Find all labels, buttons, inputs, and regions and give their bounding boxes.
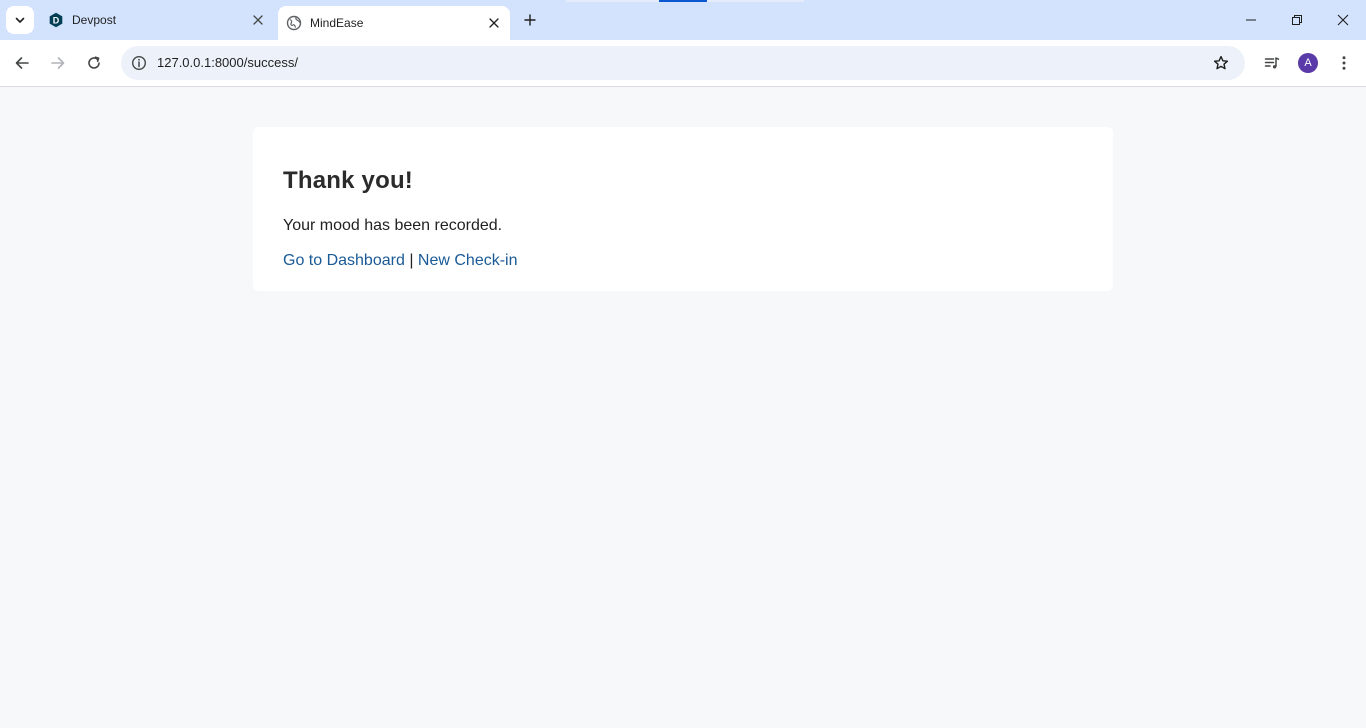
browser-menu-button[interactable] bbox=[1328, 47, 1360, 79]
address-bar[interactable]: 127.0.0.1:8000/success/ bbox=[121, 46, 1245, 80]
dashboard-link[interactable]: Go to Dashboard bbox=[283, 252, 405, 269]
new-tab-button[interactable] bbox=[518, 8, 542, 32]
close-icon bbox=[489, 18, 499, 28]
tab-search-button[interactable] bbox=[6, 6, 34, 34]
media-playlist-icon bbox=[1264, 57, 1280, 69]
forward-button[interactable] bbox=[42, 47, 74, 79]
tab-scroll-indicator bbox=[659, 0, 707, 2]
plus-icon bbox=[524, 14, 536, 26]
bookmark-star-icon[interactable] bbox=[1209, 51, 1233, 75]
restore-icon bbox=[1292, 15, 1302, 25]
back-button[interactable] bbox=[6, 47, 38, 79]
browser-toolbar: 127.0.0.1:8000/success/ A bbox=[0, 40, 1366, 87]
link-separator: | bbox=[409, 252, 414, 269]
reload-icon bbox=[88, 56, 100, 69]
tab-title: Devpost bbox=[72, 13, 117, 27]
window-close-button[interactable] bbox=[1320, 0, 1366, 40]
minimize-button[interactable] bbox=[1228, 0, 1274, 40]
arrow-left-icon bbox=[15, 57, 29, 69]
close-icon bbox=[1337, 14, 1349, 26]
kebab-menu-icon bbox=[1342, 56, 1346, 70]
tab-title: MindEase bbox=[310, 16, 364, 30]
chevron-down-icon bbox=[15, 17, 25, 23]
action-links: Go to Dashboard | New Check-in bbox=[283, 252, 518, 270]
devpost-favicon: D bbox=[48, 12, 64, 28]
arrow-right-icon bbox=[51, 57, 65, 69]
new-checkin-link[interactable]: New Check-in bbox=[418, 252, 518, 269]
tab-close-button[interactable] bbox=[248, 10, 268, 30]
minimize-icon bbox=[1246, 19, 1256, 21]
reload-button[interactable] bbox=[78, 47, 110, 79]
success-card: Thank you! Your mood has been recorded. … bbox=[253, 127, 1113, 291]
restore-button[interactable] bbox=[1274, 0, 1320, 40]
devpost-favicon-letter: D bbox=[53, 16, 60, 26]
tab-mindease[interactable]: MindEase bbox=[278, 6, 510, 40]
media-control-button[interactable] bbox=[1256, 47, 1288, 79]
site-info-icon[interactable] bbox=[127, 51, 151, 75]
tab-close-button[interactable] bbox=[484, 13, 504, 33]
close-icon bbox=[253, 15, 263, 25]
page-title: Thank you! bbox=[283, 167, 414, 194]
success-message: Your mood has been recorded. bbox=[283, 217, 503, 234]
globe-icon bbox=[286, 15, 302, 31]
tab-strip: D Devpost MindEase bbox=[0, 0, 1366, 40]
profile-avatar[interactable]: A bbox=[1298, 53, 1318, 73]
url-text[interactable]: 127.0.0.1:8000/success/ bbox=[157, 55, 298, 70]
tab-devpost[interactable]: D Devpost bbox=[40, 0, 274, 40]
